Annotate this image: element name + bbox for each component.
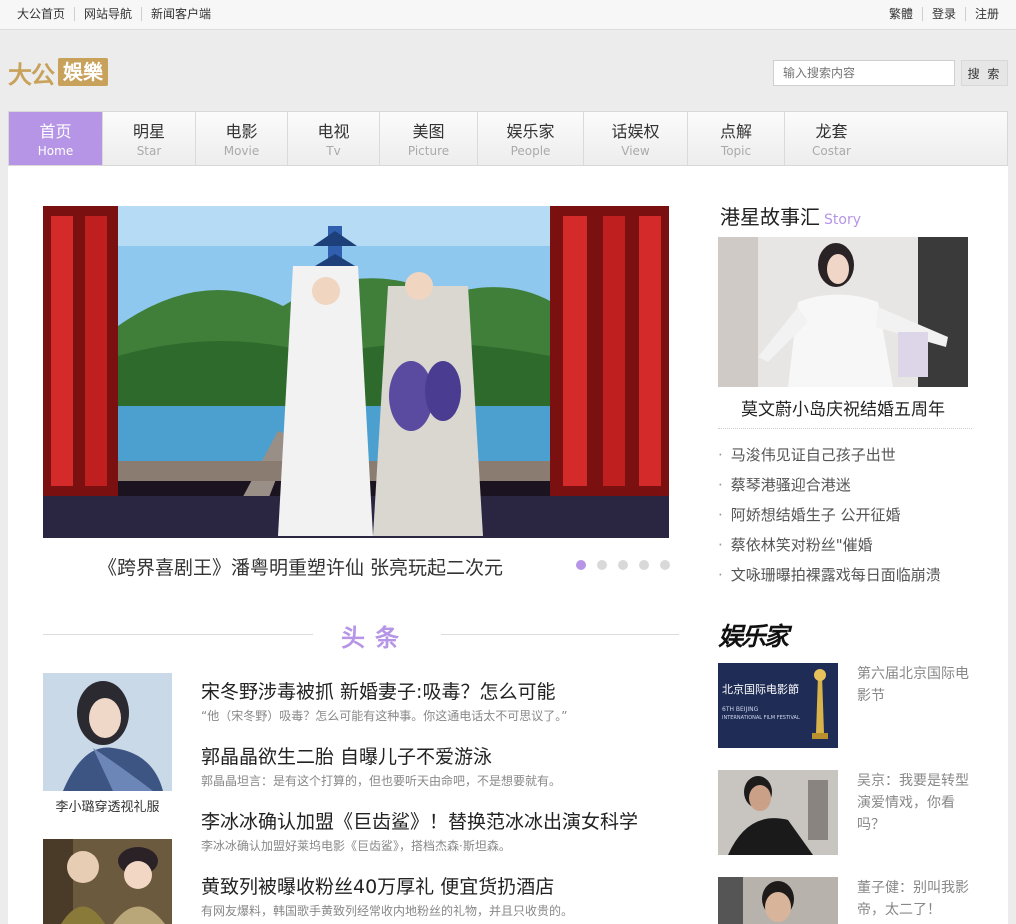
link-news-client[interactable]: 新闻客户端 xyxy=(141,7,220,21)
headlines-heading: 头条 xyxy=(43,616,679,652)
slide-dot[interactable] xyxy=(660,560,670,570)
story-title-cn: 港星故事汇 xyxy=(720,205,820,229)
nav-sublabel: Picture xyxy=(407,144,450,158)
logo-brand: 大公 xyxy=(8,59,55,89)
heading-divider-left xyxy=(43,634,313,635)
nav-item-home[interactable]: 首页 Home xyxy=(9,112,103,165)
yulejia-item-image[interactable]: 北京国际电影節 6TH BEIJING INTERNATIONAL FILM F… xyxy=(718,663,838,748)
poster-subtitle-1: 6TH BEIJING xyxy=(722,706,759,713)
hero-slide-image[interactable] xyxy=(43,206,669,538)
news-title-link[interactable]: 郭晶晶欲生二胎 自曝儿子不爱游泳 xyxy=(201,742,492,769)
nav-item-star[interactable]: 明星 Star xyxy=(103,112,196,165)
story-list: 马浚伟见证自己孩子出世 蔡琴港骚迎合港迷 阿娇想结婚生子 公开征婚 蔡依林笑对粉… xyxy=(718,440,941,590)
story-feature-image[interactable] xyxy=(718,237,968,387)
nav-item-movie[interactable]: 电影 Movie xyxy=(196,112,288,165)
nav-label: 娱乐家 xyxy=(506,122,555,141)
nav-item-view[interactable]: 话娱权 View xyxy=(584,112,688,165)
story-feature-caption[interactable]: 莫文蔚小岛庆祝结婚五周年 xyxy=(718,395,968,420)
story-portrait-illustration xyxy=(718,237,968,387)
nav-item-tv[interactable]: 电视 Tv xyxy=(288,112,380,165)
nav-sublabel: Home xyxy=(37,144,74,158)
slide-indicators xyxy=(576,560,681,570)
link-traditional[interactable]: 繁體 xyxy=(880,7,922,21)
story-list-item[interactable]: 阿娇想结婚生子 公开征婚 xyxy=(718,500,941,530)
headlines-heading-text: 头条 xyxy=(341,624,409,652)
poster-subtitle-2: INTERNATIONAL FILM FESTIVAL xyxy=(722,715,800,721)
yulejia-item-text[interactable]: 第六届北京国际电影节 xyxy=(857,663,982,707)
nav-item-costar[interactable]: 龙套 Costar xyxy=(785,112,878,165)
news-title-link[interactable]: 李冰冰确认加盟《巨齿鲨》！替换范冰冰出演女科学 xyxy=(201,807,638,834)
nav-label: 龙套 xyxy=(815,122,848,141)
story-title-en: Story xyxy=(824,212,861,228)
main-nav: 首页 Home 明星 Star 电影 Movie 电视 Tv 美图 Picture 娱乐家… xyxy=(8,111,1008,166)
link-site-nav[interactable]: 网站导航 xyxy=(74,7,141,21)
story-list-item[interactable]: 蔡依林笑对粉丝"催婚 xyxy=(718,530,941,560)
story-divider xyxy=(718,428,972,429)
nav-sublabel: Topic xyxy=(720,144,752,158)
search-button[interactable]: 搜 索 xyxy=(961,60,1008,86)
film-festival-poster: 北京国际电影節 6TH BEIJING INTERNATIONAL FILM F… xyxy=(718,663,838,748)
search-input[interactable] xyxy=(773,60,955,86)
logo-section: 娛樂 xyxy=(58,58,108,86)
nav-sublabel: Star xyxy=(136,144,162,158)
yulejia-item-text[interactable]: 董子健：别叫我影帝，太二了！ xyxy=(857,877,982,921)
slide-dot[interactable] xyxy=(597,560,607,570)
nav-label: 话娱权 xyxy=(611,122,660,141)
nav-item-picture[interactable]: 美图 Picture xyxy=(380,112,478,165)
news-title-link[interactable]: 宋冬野涉毒被抓 新婚妻子:吸毒？怎么可能 xyxy=(201,677,555,704)
story-list-item[interactable]: 文咏珊曝拍裸露戏每日面临崩溃 xyxy=(718,560,941,590)
nav-sublabel: View xyxy=(621,144,650,158)
thumb-caption[interactable]: 李小璐穿透视礼服 xyxy=(43,796,172,815)
top-bar: 大公首页 网站导航 新闻客户端 繁體 登录 注册 xyxy=(0,0,1016,30)
nav-label: 电影 xyxy=(225,122,258,141)
link-dagong-home[interactable]: 大公首页 xyxy=(8,7,74,21)
news-summary: “他（宋冬野）吸毒？怎么可能有这种事。你这通电话太不可思议了。” xyxy=(201,709,568,723)
slide-dot[interactable] xyxy=(576,560,586,570)
heading-divider-right xyxy=(441,634,679,635)
nav-sublabel: People xyxy=(510,144,551,158)
headline-thumb-image[interactable] xyxy=(43,839,172,924)
hero-caption[interactable]: 《跨界喜剧王》潘粤明重塑许仙 张亮玩起二次元 xyxy=(98,553,503,580)
headline-thumb-image[interactable] xyxy=(43,673,172,791)
nav-item-people[interactable]: 娱乐家 People xyxy=(478,112,584,165)
top-bar-right-links: 繁體 登录 注册 xyxy=(880,7,1008,21)
thumb-drama-illustration xyxy=(43,839,172,924)
yulejia-item-image[interactable] xyxy=(718,770,838,855)
nav-sublabel: Movie xyxy=(223,144,260,158)
hero-stage-illustration xyxy=(43,206,669,538)
site-logo[interactable]: 大公 娛樂 xyxy=(8,57,108,89)
thumb-portrait-illustration xyxy=(43,673,172,791)
nav-item-topic[interactable]: 点解 Topic xyxy=(688,112,785,165)
link-register[interactable]: 注册 xyxy=(964,7,1008,21)
yulejia-item-text[interactable]: 吴京：我要是转型演爱情戏，你看吗？ xyxy=(857,770,982,836)
nav-sublabel: Tv xyxy=(326,144,341,158)
link-login[interactable]: 登录 xyxy=(921,7,965,21)
story-list-item[interactable]: 马浚伟见证自己孩子出世 xyxy=(718,440,941,470)
slide-dot[interactable] xyxy=(618,560,628,570)
actor-photo-illustration xyxy=(718,877,838,924)
news-summary: 李冰冰确认加盟好莱坞电影《巨齿鲨》，搭档杰森·斯坦森。 xyxy=(201,839,511,853)
yulejia-item-image[interactable] xyxy=(718,877,838,924)
yulejia-logo[interactable]: 娱乐家 xyxy=(718,617,789,653)
slide-dot[interactable] xyxy=(639,560,649,570)
nav-label: 首页 xyxy=(39,122,72,141)
story-list-item[interactable]: 蔡琴港骚迎合港迷 xyxy=(718,470,941,500)
nav-label: 点解 xyxy=(719,122,752,141)
poster-title: 北京国际电影節 xyxy=(722,682,799,696)
nav-label: 美图 xyxy=(412,122,445,141)
news-summary: 有网友爆料，韩国歌手黄致列经常收内地粉丝的礼物，并且只收贵的。 xyxy=(201,904,574,918)
story-section-title: 港星故事汇 Story xyxy=(720,201,861,230)
news-title-link[interactable]: 黄致列被曝收粉丝40万厚礼 便宜货扔酒店 xyxy=(201,872,554,899)
actor-photo-illustration xyxy=(718,770,838,855)
nav-label: 电视 xyxy=(317,122,350,141)
nav-label: 明星 xyxy=(132,122,165,141)
news-summary: 郭晶晶坦言：是有这个打算的，但也要听天由命吧，不是想要就有。 xyxy=(201,774,562,788)
nav-sublabel: Costar xyxy=(812,144,851,158)
top-bar-left-links: 大公首页 网站导航 新闻客户端 xyxy=(8,7,220,21)
